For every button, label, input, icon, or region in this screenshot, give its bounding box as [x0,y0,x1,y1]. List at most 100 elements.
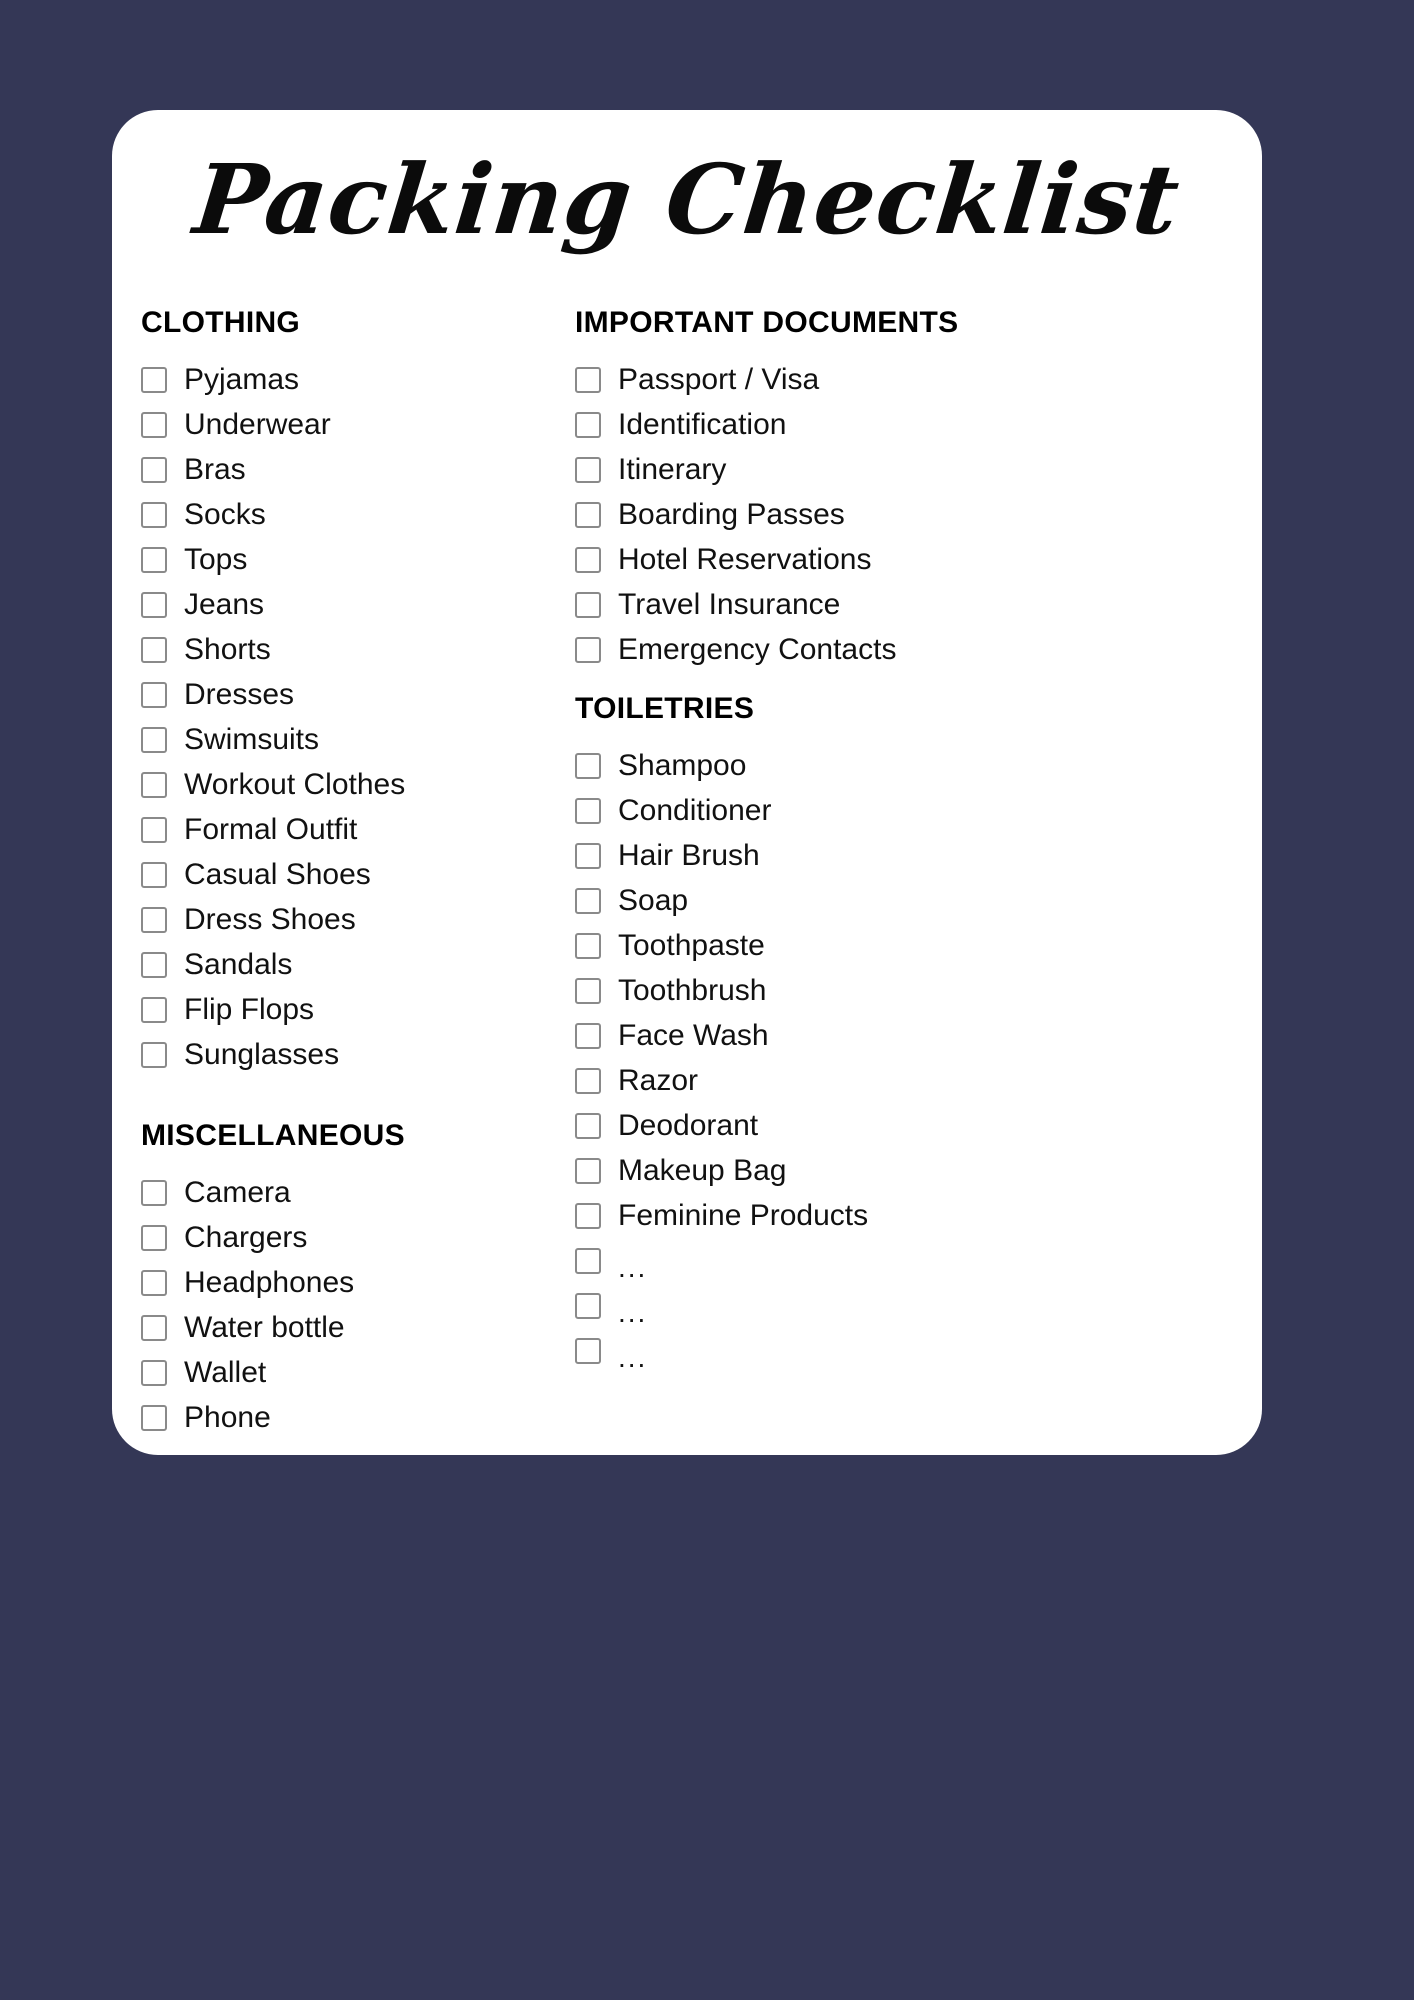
list-item[interactable]: Casual Shoes [141,852,544,897]
checkbox-icon[interactable] [575,366,601,393]
list-item[interactable]: Headphones [141,1260,544,1305]
list-item-label: Dress Shoes [184,902,356,936]
checklist-items-miscellaneous: Camera Chargers Headphones Water bottle … [141,1170,544,1440]
checkbox-icon[interactable] [141,1404,167,1431]
list-item[interactable]: Swimsuits [141,717,544,762]
list-item[interactable]: Formal Outfit [141,807,544,852]
list-item[interactable]: Jeans [141,582,544,627]
checkbox-icon[interactable] [141,1041,167,1068]
checkbox-icon[interactable] [575,887,601,914]
checkbox-icon[interactable] [141,501,167,528]
checkbox-icon[interactable] [141,366,167,393]
list-item-label: Formal Outfit [184,812,358,846]
checkbox-icon[interactable] [575,501,601,528]
list-item[interactable]: Boarding Passes [575,492,1262,537]
list-item-blank[interactable]: ... [575,1238,1262,1283]
checkbox-icon[interactable] [575,1247,601,1274]
checkbox-icon[interactable] [141,456,167,483]
list-item-label: Socks [184,497,266,531]
checkbox-icon[interactable] [575,411,601,438]
checkbox-icon[interactable] [141,816,167,843]
list-item[interactable]: Razor [575,1058,1262,1103]
list-item[interactable]: Chargers [141,1215,544,1260]
list-item[interactable]: Toothbrush [575,968,1262,1013]
checkbox-icon[interactable] [575,1202,601,1229]
checkbox-icon[interactable] [141,861,167,888]
list-item[interactable]: Dress Shoes [141,897,544,942]
list-item[interactable]: Sunglasses [141,1032,544,1077]
list-item[interactable]: Soap [575,878,1262,923]
checkbox-icon[interactable] [141,906,167,933]
list-item[interactable]: Shampoo [575,743,1262,788]
checkbox-icon[interactable] [575,797,601,824]
list-item[interactable]: Deodorant [575,1103,1262,1148]
list-item[interactable]: Socks [141,492,544,537]
checkbox-icon[interactable] [575,1337,601,1364]
checkbox-icon[interactable] [141,726,167,753]
checklist-card: Packing Checklist CLOTHING Pyjamas Under… [112,110,1262,1455]
list-item[interactable]: Identification [575,402,1262,447]
list-item[interactable]: Dresses [141,672,544,717]
list-item[interactable]: Underwear [141,402,544,447]
checkbox-icon[interactable] [575,546,601,573]
checkbox-icon[interactable] [575,842,601,869]
list-item-label: Camera [184,1175,291,1209]
list-item-label: Tops [184,542,248,576]
list-item-label: Razor [618,1063,699,1097]
list-item-blank[interactable]: ... [575,1283,1262,1328]
list-item[interactable]: Hair Brush [575,833,1262,878]
list-item[interactable]: Wallet [141,1350,544,1395]
list-item-label: Jeans [184,587,265,621]
checkbox-icon[interactable] [141,1269,167,1296]
checkbox-icon[interactable] [141,1314,167,1341]
checklist-columns: CLOTHING Pyjamas Underwear Bras Socks To… [112,306,1262,1440]
checkbox-icon[interactable] [575,932,601,959]
section-title-toiletries: TOILETRIES [575,692,755,725]
list-item[interactable]: Water bottle [141,1305,544,1350]
checkbox-icon[interactable] [141,681,167,708]
list-item[interactable]: Emergency Contacts [575,627,1262,672]
list-item[interactable]: Camera [141,1170,544,1215]
checkbox-icon[interactable] [575,1067,601,1094]
list-item[interactable]: Workout Clothes [141,762,544,807]
checkbox-icon[interactable] [141,1224,167,1251]
checkbox-icon[interactable] [141,996,167,1023]
list-item[interactable]: Conditioner [575,788,1262,833]
list-item-label: Chargers [184,1220,308,1254]
checkbox-icon[interactable] [141,636,167,663]
list-item[interactable]: Hotel Reservations [575,537,1262,582]
list-item-blank[interactable]: ... [575,1328,1262,1373]
list-item[interactable]: Face Wash [575,1013,1262,1058]
checkbox-icon[interactable] [141,411,167,438]
list-item[interactable]: Pyjamas [141,357,544,402]
list-item[interactable]: Feminine Products [575,1193,1262,1238]
list-item[interactable]: Travel Insurance [575,582,1262,627]
checklist-items-toiletries: Shampoo Conditioner Hair Brush Soap Toot… [575,743,1262,1373]
checkbox-icon[interactable] [141,771,167,798]
checkbox-icon[interactable] [575,977,601,1004]
list-item[interactable]: Flip Flops [141,987,544,1032]
list-item[interactable]: Bras [141,447,544,492]
checkbox-icon[interactable] [141,951,167,978]
checkbox-icon[interactable] [141,1359,167,1386]
checkbox-icon[interactable] [575,1292,601,1319]
list-item[interactable]: Shorts [141,627,544,672]
list-item[interactable]: Itinerary [575,447,1262,492]
list-item[interactable]: Passport / Visa [575,357,1262,402]
list-item[interactable]: Phone [141,1395,544,1440]
list-item[interactable]: Toothpaste [575,923,1262,968]
checkbox-icon[interactable] [141,591,167,618]
checkbox-icon[interactable] [575,591,601,618]
list-item[interactable]: Makeup Bag [575,1148,1262,1193]
checkbox-icon[interactable] [141,1179,167,1206]
list-item-label: Conditioner [618,793,772,827]
list-item[interactable]: Sandals [141,942,544,987]
checkbox-icon[interactable] [575,1022,601,1049]
checkbox-icon[interactable] [141,546,167,573]
checkbox-icon[interactable] [575,1157,601,1184]
checkbox-icon[interactable] [575,752,601,779]
checkbox-icon[interactable] [575,1112,601,1139]
checkbox-icon[interactable] [575,636,601,663]
list-item[interactable]: Tops [141,537,544,582]
checkbox-icon[interactable] [575,456,601,483]
